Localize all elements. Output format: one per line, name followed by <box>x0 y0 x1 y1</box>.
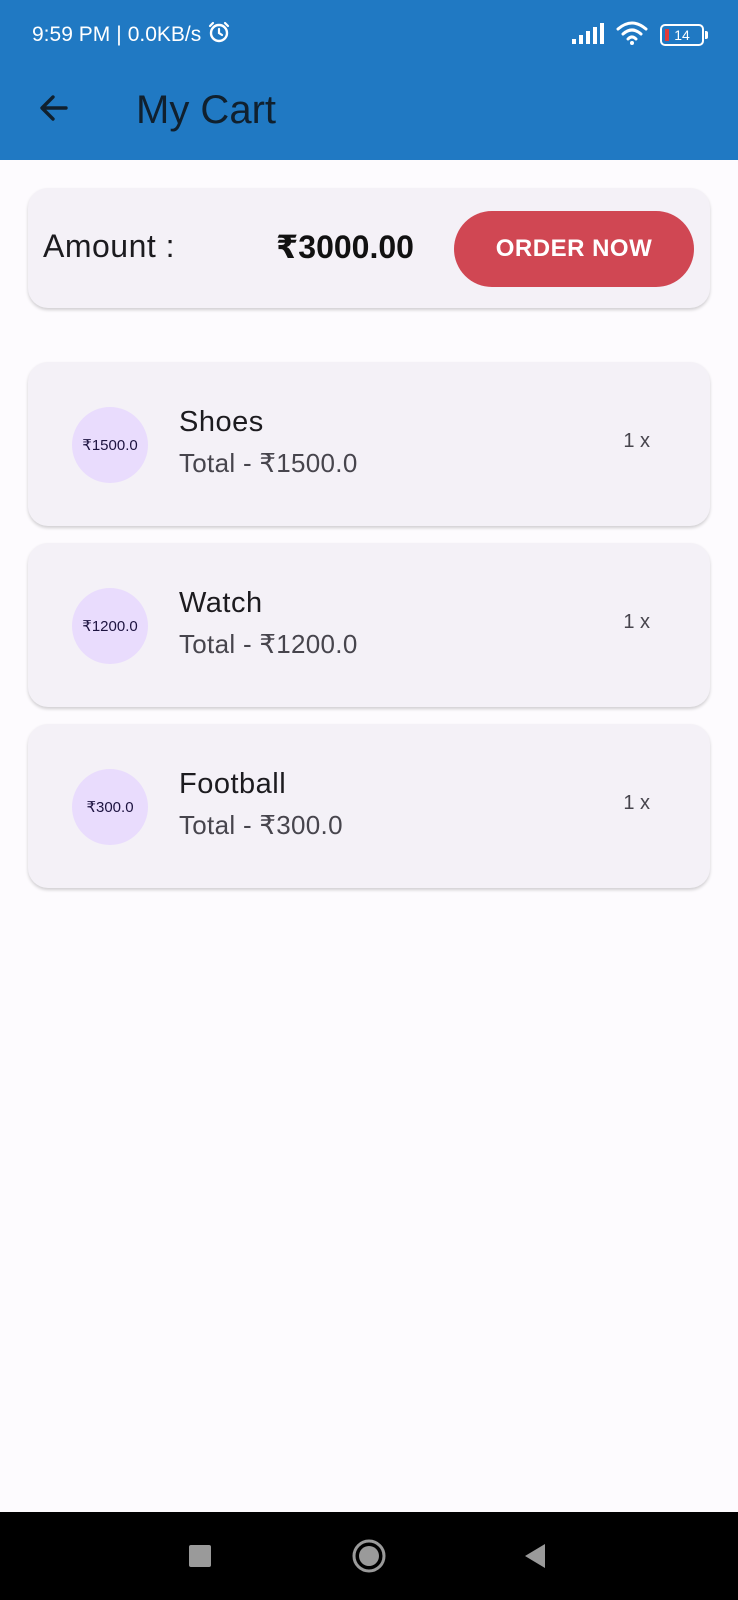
signal-icon <box>572 22 604 49</box>
battery-level: 14 <box>674 27 690 43</box>
status-time: 9:59 PM <box>32 23 111 46</box>
order-now-button[interactable]: ORDER NOW <box>454 211 694 287</box>
system-nav-bar <box>0 1512 738 1600</box>
wifi-icon <box>616 21 648 50</box>
item-total: Total - ₹300.0 <box>179 810 343 840</box>
status-left: 9:59 PM | 0.0KB/s <box>32 20 231 50</box>
amount-summary-card: Amount : ₹3000.00 ORDER NOW <box>28 188 710 308</box>
item-price-avatar: ₹300.0 <box>72 769 148 845</box>
item-name: Football <box>179 768 287 800</box>
item-name: Shoes <box>179 406 264 438</box>
app-bar: 9:59 PM | 0.0KB/s 14 My Cart <box>0 0 738 160</box>
status-divider: | <box>116 23 122 46</box>
item-name: Watch <box>179 587 263 619</box>
item-quantity: 1 x <box>623 792 650 814</box>
item-price-avatar: ₹1500.0 <box>72 407 148 483</box>
amount-value: ₹3000.00 <box>276 229 414 265</box>
page-title: My Cart <box>136 87 276 132</box>
arrow-left-icon <box>36 90 72 131</box>
battery-icon: 14 <box>660 24 708 46</box>
cart-item[interactable]: ₹1500.0 Shoes Total - ₹1500.0 1 x <box>28 362 710 526</box>
battery-low-indicator <box>665 29 669 41</box>
item-total: Total - ₹1200.0 <box>179 629 358 659</box>
amount-label: Amount : <box>43 228 176 264</box>
back-triangle-icon[interactable] <box>514 1534 558 1578</box>
status-right: 14 <box>572 20 708 50</box>
item-price-avatar: ₹1200.0 <box>72 588 148 664</box>
item-quantity: 1 x <box>623 430 650 452</box>
back-button[interactable] <box>26 82 82 138</box>
home-circle-icon[interactable] <box>347 1534 391 1578</box>
alarm-icon <box>207 20 231 50</box>
network-speed: 0.0KB/s <box>127 23 202 46</box>
cart-item[interactable]: ₹1200.0 Watch Total - ₹1200.0 1 x <box>28 543 710 707</box>
item-quantity: 1 x <box>623 611 650 633</box>
recents-square-icon[interactable] <box>178 1534 222 1578</box>
item-total: Total - ₹1500.0 <box>179 448 358 478</box>
cart-item[interactable]: ₹300.0 Football Total - ₹300.0 1 x <box>28 724 710 888</box>
